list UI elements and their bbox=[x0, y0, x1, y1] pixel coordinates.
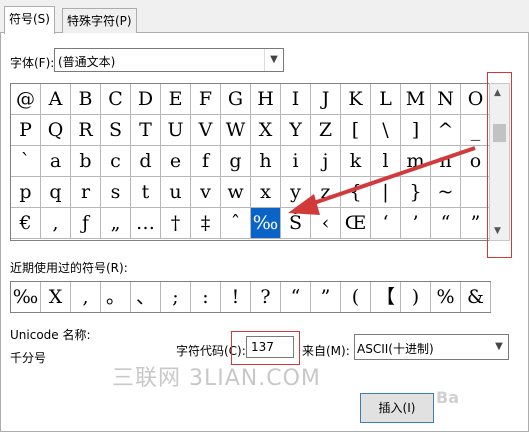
symbol-cell[interactable]: Q bbox=[41, 115, 71, 146]
symbol-cell[interactable]: U bbox=[161, 115, 191, 146]
symbol-cell[interactable]: g bbox=[221, 146, 251, 177]
symbol-cell[interactable]: … bbox=[131, 208, 161, 239]
symbol-cell[interactable]: C bbox=[101, 84, 131, 115]
tab-special-characters[interactable]: 特殊字符(P) bbox=[62, 8, 137, 33]
symbol-cell[interactable]: v bbox=[191, 177, 221, 208]
symbol-cell[interactable]: t bbox=[131, 177, 161, 208]
symbol-cell[interactable]: F bbox=[191, 84, 221, 115]
symbol-cell[interactable]: @ bbox=[11, 84, 41, 115]
symbol-cell[interactable]: E bbox=[161, 84, 191, 115]
insert-button[interactable]: 插入(I) bbox=[360, 393, 434, 423]
symbol-cell[interactable]: p bbox=[11, 177, 41, 208]
symbol-cell[interactable]: a bbox=[41, 146, 71, 177]
recent-symbol-cell[interactable]: ‰ bbox=[11, 282, 41, 312]
symbol-cell[interactable]: , bbox=[41, 208, 71, 239]
recent-symbol-cell[interactable]: ! bbox=[221, 282, 251, 312]
symbol-cell[interactable]: M bbox=[401, 84, 431, 115]
tab-bar: 符号(S) 特殊字符(P) bbox=[0, 0, 529, 34]
symbol-cell[interactable]: L bbox=[371, 84, 401, 115]
symbol-cell[interactable]: e bbox=[161, 146, 191, 177]
recent-symbol-cell[interactable]: & bbox=[461, 282, 491, 312]
symbol-cell[interactable]: w bbox=[221, 177, 251, 208]
unicode-name-label: Unicode 名称: bbox=[10, 328, 91, 342]
recent-symbol-cell[interactable]: % bbox=[431, 282, 461, 312]
from-label: 来自(M): bbox=[302, 344, 350, 358]
annotation-box-scrollbar bbox=[487, 72, 512, 258]
symbol-cell[interactable]: ‡ bbox=[191, 208, 221, 239]
recent-symbol-cell[interactable]: ; bbox=[161, 282, 191, 312]
symbol-cell[interactable]: ` bbox=[11, 146, 41, 177]
recent-symbol-cell[interactable]: 、 bbox=[131, 282, 161, 312]
symbol-cell[interactable]: f bbox=[191, 146, 221, 177]
annotation-arrow bbox=[288, 146, 476, 215]
symbol-cell[interactable]: S bbox=[101, 115, 131, 146]
recent-label: 近期使用过的符号(R): bbox=[10, 261, 128, 275]
font-label: 字体(F): bbox=[10, 56, 55, 70]
symbol-cell[interactable]: ƒ bbox=[71, 208, 101, 239]
symbol-cell[interactable]: † bbox=[161, 208, 191, 239]
recent-symbol-cell[interactable]: “ bbox=[281, 282, 311, 312]
recent-symbol-cell[interactable]: 【 bbox=[371, 282, 401, 312]
symbol-cell[interactable]: A bbox=[41, 84, 71, 115]
symbol-cell[interactable]: r bbox=[71, 177, 101, 208]
recent-symbol-cell[interactable]: 。 bbox=[101, 282, 131, 312]
symbol-cell[interactable]: W bbox=[221, 115, 251, 146]
symbol-cell[interactable]: V bbox=[191, 115, 221, 146]
symbol-cell[interactable]: b bbox=[71, 146, 101, 177]
recent-symbol-cell[interactable]: ? bbox=[251, 282, 281, 312]
recent-symbol-cell[interactable]: ) bbox=[401, 282, 431, 312]
symbol-cell[interactable]: B bbox=[71, 84, 101, 115]
font-select[interactable]: (普通文本) ▼ bbox=[54, 48, 284, 72]
from-select[interactable]: ASCII(十进制) ▼ bbox=[354, 334, 509, 360]
symbol-cell[interactable]: d bbox=[131, 146, 161, 177]
symbol-cell[interactable]: s bbox=[101, 177, 131, 208]
recent-symbols[interactable]: ‰ X,。、;:!? “”(【)% & bbox=[10, 281, 491, 313]
symbol-cell[interactable]: c bbox=[101, 146, 131, 177]
symbol-cell[interactable]: q bbox=[41, 177, 71, 208]
symbol-cell[interactable]: P bbox=[11, 115, 41, 146]
symbol-cell[interactable]: G bbox=[221, 84, 251, 115]
symbol-cell[interactable]: ˆ bbox=[221, 208, 251, 239]
symbol-cell[interactable]: u bbox=[161, 177, 191, 208]
tab-symbols[interactable]: 符号(S) bbox=[4, 6, 55, 34]
symbol-cell[interactable]: H bbox=[251, 84, 281, 115]
symbol-cell[interactable]: R bbox=[71, 115, 101, 146]
chevron-down-icon: ▼ bbox=[495, 341, 503, 352]
symbol-cell[interactable]: „ bbox=[101, 208, 131, 239]
recent-symbol-cell[interactable]: ( bbox=[341, 282, 371, 312]
symbol-cell[interactable]: I bbox=[281, 84, 311, 115]
symbol-cell[interactable]: € bbox=[11, 208, 41, 239]
from-select-value: ASCII(十进制) bbox=[357, 342, 434, 356]
unicode-name-value: 千分号 bbox=[10, 351, 47, 365]
symbol-cell[interactable]: N bbox=[431, 84, 461, 115]
recent-symbol-cell[interactable]: X bbox=[41, 282, 71, 312]
chevron-down-icon: ▼ bbox=[264, 49, 283, 71]
symbol-cell[interactable]: K bbox=[341, 84, 371, 115]
symbol-cell[interactable]: T bbox=[131, 115, 161, 146]
annotation-arrow-head bbox=[288, 194, 320, 215]
symbol-cell[interactable]: O bbox=[461, 84, 489, 115]
font-select-value: (普通文本) bbox=[58, 55, 116, 69]
recent-symbol-cell[interactable]: , bbox=[71, 282, 101, 312]
symbol-cell[interactable]: D bbox=[131, 84, 161, 115]
baidu-watermark: Ba bbox=[436, 388, 459, 407]
symbol-cell[interactable]: J bbox=[311, 84, 341, 115]
recent-symbol-cell[interactable]: : bbox=[191, 282, 221, 312]
watermark: 三联网 3LIAN.COM bbox=[112, 366, 321, 391]
recent-symbol-cell[interactable]: ” bbox=[311, 282, 341, 312]
annotation-arrow-line bbox=[304, 146, 476, 208]
